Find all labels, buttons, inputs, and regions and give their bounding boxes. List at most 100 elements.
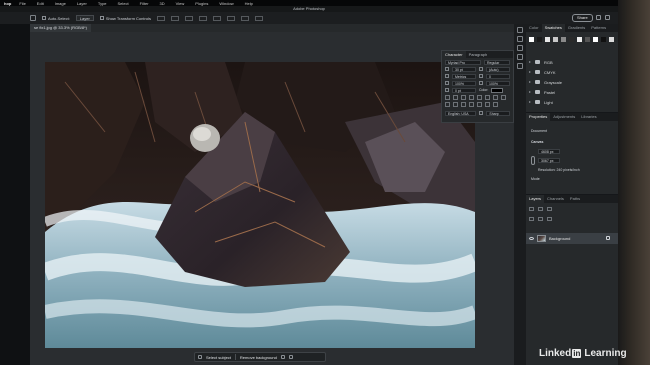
faux-bold-icon[interactable]	[445, 95, 450, 100]
pin-icon[interactable]	[288, 355, 293, 359]
menu-image[interactable]: Image	[55, 1, 66, 6]
history-icon[interactable]	[517, 27, 523, 33]
align-middle-icon[interactable]	[212, 15, 221, 21]
eye-icon[interactable]	[529, 237, 534, 240]
3d-mode-icon[interactable]	[254, 15, 263, 21]
opacity-icon[interactable]	[547, 207, 552, 211]
baseline-field[interactable]: 0 pt	[452, 87, 476, 93]
blend-mode-icon[interactable]	[538, 207, 543, 211]
menu-layer[interactable]: Layer	[77, 1, 87, 6]
swatch-chip[interactable]	[609, 37, 614, 42]
auto-select-dropdown[interactable]: Layer	[75, 15, 94, 21]
swatch-group[interactable]: Grayscale	[529, 77, 562, 87]
swatch-chip[interactable]	[553, 37, 558, 42]
antialias-select[interactable]: Sharp	[486, 110, 510, 116]
titling-icon[interactable]	[477, 102, 482, 107]
leading-field[interactable]: (Auto)	[486, 66, 510, 72]
fractions-icon[interactable]	[493, 102, 498, 107]
tab-libraries[interactable]: Libraries	[578, 113, 599, 121]
document-photo[interactable]	[45, 62, 475, 348]
fill-icon[interactable]	[547, 217, 552, 221]
font-family-select[interactable]: Myriad Pro	[445, 59, 481, 65]
select-subject-button[interactable]: Select subject	[206, 355, 231, 360]
paragraph-panel-icon[interactable]	[517, 54, 523, 60]
link-icon[interactable]	[531, 156, 535, 165]
brush-settings-icon[interactable]	[517, 36, 523, 42]
align-right-icon[interactable]	[184, 15, 193, 21]
swatch-chip[interactable]	[577, 37, 582, 42]
auto-select-checkbox[interactable]: Auto-Select:	[42, 16, 70, 21]
text-color-swatch[interactable]	[491, 87, 504, 93]
search-icon[interactable]	[596, 15, 601, 20]
language-select[interactable]: English: USA	[445, 110, 477, 116]
tab-character[interactable]: Character	[442, 51, 466, 58]
faux-italic-icon[interactable]	[453, 95, 458, 100]
oldstyle-icon[interactable]	[453, 102, 458, 107]
ligatures-icon[interactable]	[445, 102, 450, 107]
lock-position-icon[interactable]	[538, 217, 543, 221]
character-panel-icon[interactable]	[517, 45, 523, 51]
layer-row[interactable]: Background	[526, 233, 618, 244]
menu-filter[interactable]: Filter	[140, 1, 149, 6]
swatch-group[interactable]: Light	[529, 97, 562, 107]
align-left-icon[interactable]	[156, 15, 165, 21]
document-tab[interactable]: se fix1.jpg @ 33.3% (RGB/8*)	[30, 24, 91, 32]
swatch-chip[interactable]	[561, 37, 566, 42]
tab-paths[interactable]: Paths	[567, 195, 583, 203]
ordinals-icon[interactable]	[485, 102, 490, 107]
more-icon[interactable]	[280, 355, 285, 359]
swatch-group[interactable]: RGB	[529, 57, 562, 67]
canvas-width-field[interactable]: 4608 px	[538, 149, 560, 154]
lock-icon[interactable]	[606, 236, 610, 240]
drag-handle-icon[interactable]	[198, 355, 202, 359]
tab-adjustments[interactable]: Adjustments	[550, 113, 578, 121]
remove-background-button[interactable]: Remove background	[240, 355, 277, 360]
menu-view[interactable]: View	[176, 1, 185, 6]
font-style-select[interactable]: Regular	[484, 59, 510, 65]
swatch-group[interactable]: Pastel	[529, 87, 562, 97]
swatch-chip[interactable]	[585, 37, 590, 42]
horizontal-scale-field[interactable]: 100%	[486, 80, 510, 86]
swatch-chip[interactable]	[569, 37, 574, 42]
tab-layers[interactable]: Layers	[526, 195, 545, 203]
small-caps-icon[interactable]	[469, 95, 474, 100]
kerning-field[interactable]: Metrics	[452, 73, 476, 79]
swatch-chip[interactable]	[593, 37, 598, 42]
swatch-chip[interactable]	[529, 37, 534, 42]
tab-color[interactable]: Color	[526, 24, 542, 32]
menu-file[interactable]: File	[19, 1, 25, 6]
lock-pixels-icon[interactable]	[529, 217, 534, 221]
swatch-group[interactable]: CMYK	[529, 67, 562, 77]
menu-window[interactable]: Window	[219, 1, 233, 6]
share-button[interactable]: Share	[572, 14, 593, 22]
font-size-field[interactable]: 30 pt	[452, 66, 476, 72]
tab-properties[interactable]: Properties	[526, 113, 551, 121]
underline-icon[interactable]	[493, 95, 498, 100]
canvas-height-field[interactable]: 3067 px	[538, 158, 560, 163]
glyphs-icon[interactable]	[517, 63, 523, 69]
strikethrough-icon[interactable]	[501, 95, 506, 100]
workspace-icon[interactable]	[605, 15, 610, 20]
tab-paragraph[interactable]: Paragraph	[466, 51, 491, 58]
app-menu[interactable]: hop	[0, 1, 19, 6]
menu-3d[interactable]: 3D	[160, 1, 165, 6]
align-bottom-icon[interactable]	[226, 15, 235, 21]
menu-edit[interactable]: Edit	[37, 1, 44, 6]
tracking-field[interactable]: 0	[486, 73, 510, 79]
tab-swatches[interactable]: Swatches	[541, 24, 565, 32]
subscript-icon[interactable]	[485, 95, 490, 100]
swatch-chip[interactable]	[601, 37, 606, 42]
all-caps-icon[interactable]	[461, 95, 466, 100]
filter-kind-icon[interactable]	[529, 207, 534, 211]
menu-plugins[interactable]: Plugins	[195, 1, 208, 6]
menu-select[interactable]: Select	[118, 1, 129, 6]
superscript-icon[interactable]	[477, 95, 482, 100]
swatch-chip[interactable]	[537, 37, 542, 42]
move-tool-icon[interactable]	[30, 15, 36, 21]
align-top-icon[interactable]	[198, 15, 207, 21]
swatch-chip[interactable]	[545, 37, 550, 42]
tab-gradients[interactable]: Gradients	[565, 24, 588, 32]
tab-channels[interactable]: Channels	[544, 195, 567, 203]
tab-patterns[interactable]: Patterns	[588, 24, 609, 32]
swash-icon[interactable]	[461, 102, 466, 107]
